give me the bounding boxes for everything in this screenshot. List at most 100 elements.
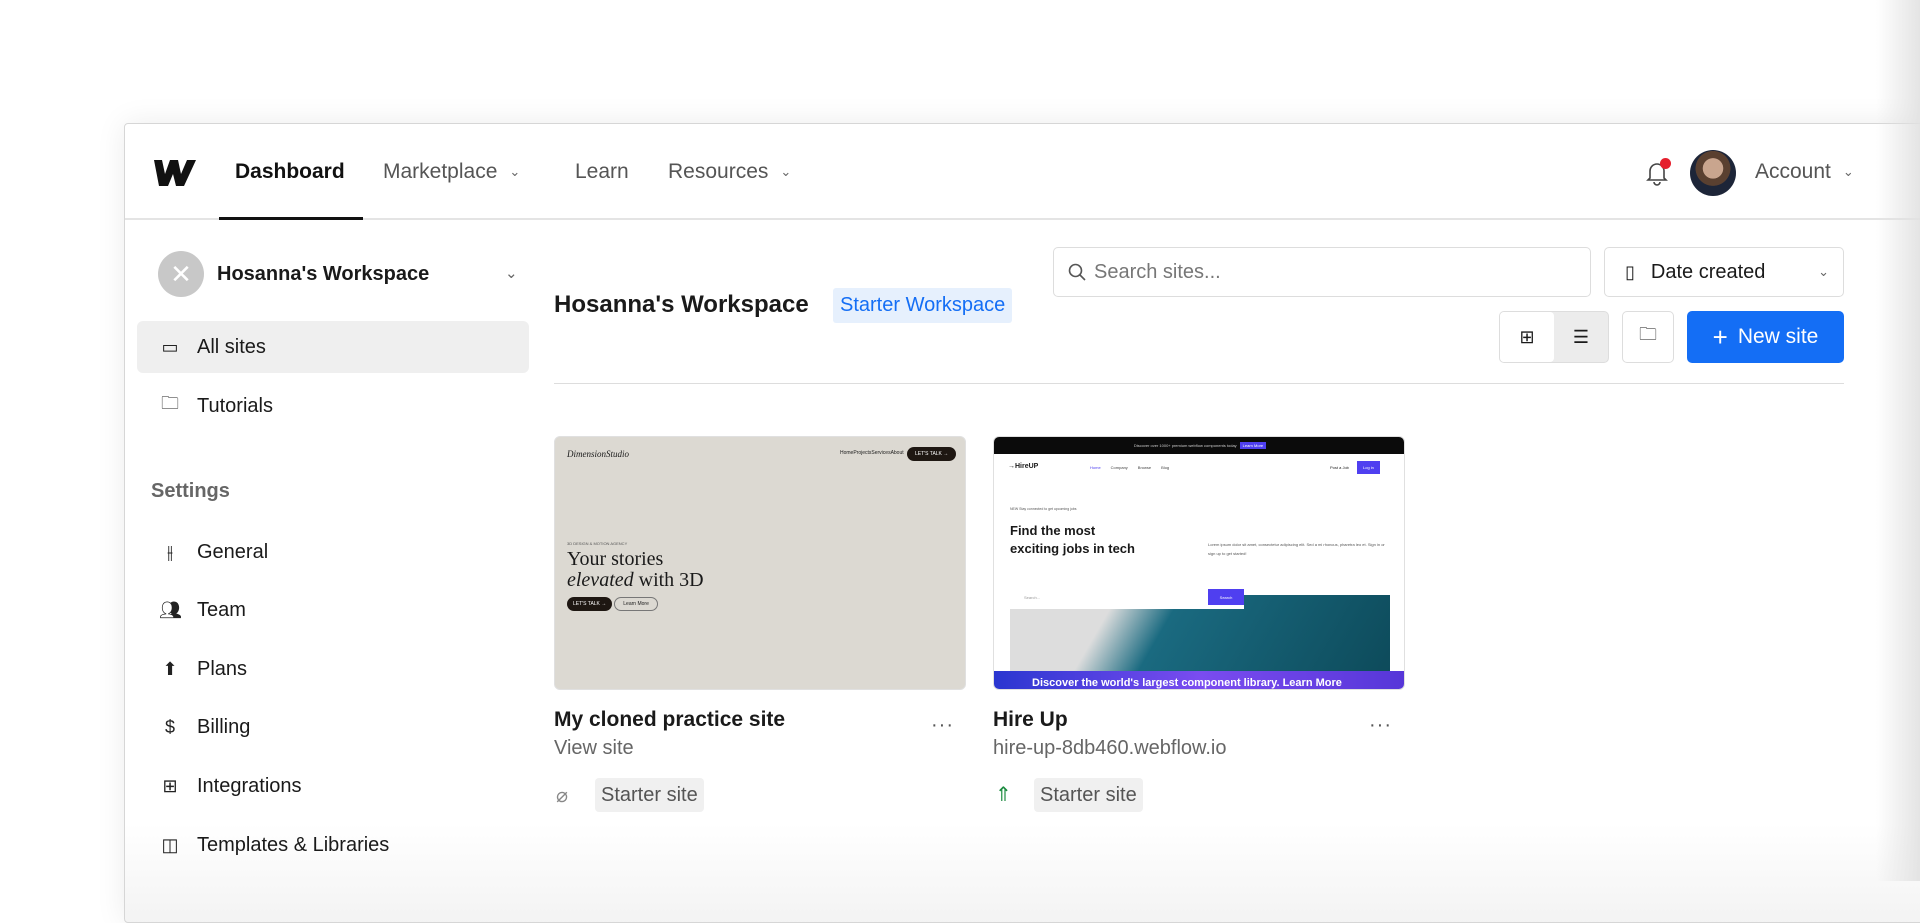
thumb-link: Blog [1161,465,1170,470]
workspace-avatar: ✕ [158,251,204,297]
thumb-banner-button: Learn More [1239,442,1267,449]
sidebar-item-label: Plans [197,657,248,680]
thumb-body: Lorem ipsum dolor sit amet, consectetur … [1208,542,1385,556]
folder-play-icon: 🗀 [161,393,179,413]
thumb-kicker: 3D DESIGN & MOTION AGENCY [567,541,628,546]
divider [554,383,1844,384]
more-options-icon[interactable]: ··· [1369,714,1392,737]
sidebar-item-label: Templates & Libraries [197,833,390,856]
sidebar-item-team[interactable]: 👥︎ Team [137,584,529,636]
avatar[interactable] [1690,150,1736,196]
thumb-nav: HomeProjectsServicesAbout [840,450,904,456]
account-label: Account [1755,160,1831,183]
edge-fade [1876,0,1920,881]
new-site-button[interactable]: + New site [1687,311,1844,363]
sidebar-item-general[interactable]: ⫲ General [137,526,529,578]
sidebar-item-label: General [197,540,269,563]
app-window: Dashboard Marketplace ⌄ Learn Resources ⌄ … [124,123,1920,923]
search-icon [1068,263,1086,281]
chevron-down-icon: ⌄ [509,164,521,179]
thumb-button: Log in [1357,461,1380,474]
site-plan-badge: Starter site [1034,778,1143,812]
thumb-button: LET'S TALK → [567,597,613,611]
more-options-icon[interactable]: ··· [931,714,954,737]
thumb-cta: LET'S TALK → [907,447,957,461]
top-nav: Dashboard Marketplace ⌄ Learn Resources ⌄ … [125,124,1920,220]
thumb-headline: elevated [567,569,634,591]
search-placeholder: Search sites... [1094,260,1221,283]
apps-add-icon: ⊞ [162,775,178,796]
settings-heading: Settings [151,480,230,502]
thumb-headline: Your stories [567,548,664,570]
nav-resources[interactable]: Resources ⌄ [668,160,791,184]
sort-select[interactable]: ▯ Date created ⌄ [1604,247,1844,297]
thumb-link: Browse [1137,465,1152,470]
site-title[interactable]: My cloned practice site [554,708,785,732]
sidebar-item-label: All sites [197,335,266,358]
nav-marketplace[interactable]: Marketplace ⌄ [383,160,520,184]
sort-value: Date created [1650,260,1766,283]
sliders-icon: ⫲ [167,541,173,562]
thumb-banner: Discover over 1000+ premium webflow comp… [1133,443,1237,448]
thumb-button: Search [1208,589,1244,605]
sidebar-item-templates[interactable]: ◫ Templates & Libraries [137,819,529,871]
site-url-link[interactable]: hire-up-8db460.webflow.io [993,737,1227,760]
view-toggle: ⊞ ☰ [1499,311,1609,363]
site-plan-badge: Starter site [595,778,704,812]
nav-marketplace-label: Marketplace [383,160,498,183]
nav-resources-label: Resources [668,160,769,183]
sidebar-item-integrations[interactable]: ⊞ Integrations [137,760,529,812]
upgrade-circle-icon: ⬆︎ [162,658,178,679]
site-thumbnail[interactable]: Discover over 1000+ premium webflow comp… [993,436,1405,690]
published-rocket-icon: ⇑ [995,784,1012,806]
nav-dashboard-label: Dashboard [235,160,345,183]
workspace-icon: ✕ [170,258,192,289]
sidebar-item-label: Tutorials [197,394,273,417]
thumb-headline: Find the most [1010,523,1096,538]
folder-plus-icon: 🗀 [1639,324,1657,344]
notifications-bell-icon[interactable] [1645,158,1671,186]
thumb-link: Company [1110,465,1128,470]
page-title: Hosanna's Workspace [554,291,809,318]
chevron-down-icon[interactable]: ⌄ [505,264,518,282]
sidebar-item-plans[interactable]: ⬆︎ Plans [137,643,529,695]
dollar-icon: $ [164,716,175,737]
thumb-link: Post a Job [1330,465,1349,470]
thumb-footer: Discover the world's largest component l… [994,671,1404,689]
thumb-headline: exciting jobs in tech [1010,541,1135,556]
sidebar-item-all-sites[interactable]: ▭ All sites [137,321,529,373]
view-site-link[interactable]: View site [554,737,634,760]
sidebar-item-billing[interactable]: $ Billing [137,701,529,753]
sidebar-item-label: Billing [197,715,251,738]
chevron-down-icon: ⌄ [1842,164,1854,179]
active-tab-indicator [219,217,363,220]
account-menu[interactable]: Account ⌄ [1755,160,1854,184]
grid-view-icon[interactable]: ⊞ [1500,312,1554,362]
workspace-name: Hosanna's Workspace [217,263,430,285]
webflow-logo-icon[interactable] [154,160,196,186]
nav-learn-label: Learn [575,160,629,183]
layout-icon: ◫ [161,834,179,855]
thumb-brand: →HireUP [1008,463,1039,470]
nav-learn[interactable]: Learn [575,160,629,184]
users-icon: 👥︎ [159,599,182,620]
chevron-down-icon: ⌄ [780,164,792,179]
thumb-headline: with 3D [633,569,704,591]
sidebar-item-label: Integrations [197,774,302,797]
thumb-tag: NEW Stay connected to get upcoming jobs [1010,507,1077,511]
sites-icon: ▭ [161,336,179,357]
new-folder-button[interactable]: 🗀 [1622,311,1674,363]
site-title[interactable]: Hire Up [993,708,1068,732]
sidebar-item-label: Team [197,598,246,621]
thumb-brand: DimensionStudio [567,449,629,459]
plan-badge[interactable]: Starter Workspace [833,288,1013,323]
calendar-icon: ▯ [1625,261,1635,282]
search-input[interactable]: Search sites... [1053,247,1591,297]
thumb-button: Learn More [614,597,658,611]
thumb-link: Home [1090,465,1101,470]
list-view-icon[interactable]: ☰ [1554,312,1608,362]
workspace-switcher[interactable]: Hosanna's Workspace [217,263,429,286]
site-thumbnail[interactable]: DimensionStudio HomeProjectsServicesAbou… [554,436,966,690]
sidebar-item-tutorials[interactable]: 🗀 Tutorials [137,380,529,432]
nav-dashboard[interactable]: Dashboard [235,160,345,184]
